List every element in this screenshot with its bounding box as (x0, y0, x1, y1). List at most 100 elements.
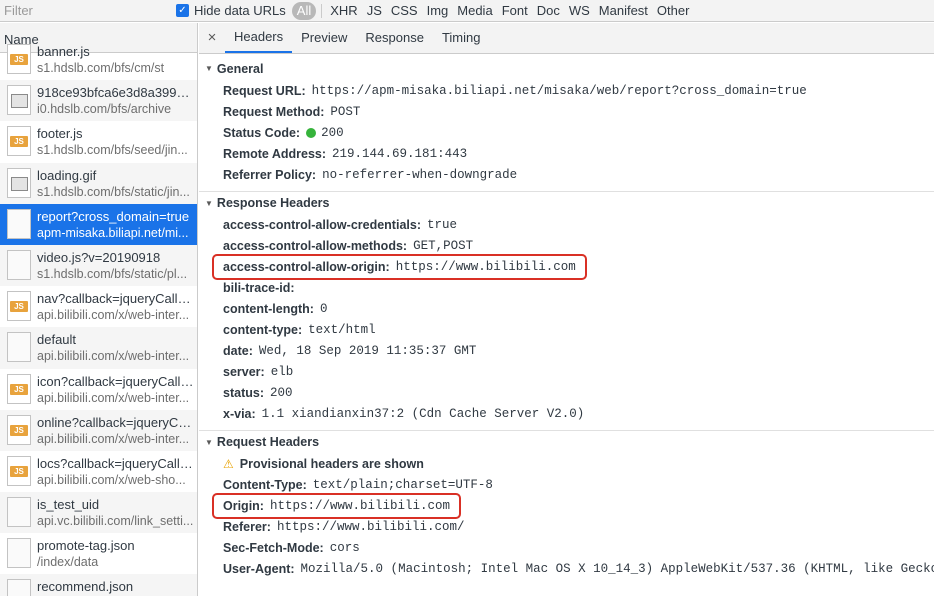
type-filter-css[interactable]: CSS (387, 2, 422, 20)
expand-triangle-icon: ▼ (205, 437, 213, 447)
tab-timing[interactable]: Timing (433, 23, 490, 53)
request-row[interactable]: report?cross_domain=true apm-misaka.bilia… (0, 203, 197, 245)
general-section-toggle[interactable]: ▼ General (199, 57, 934, 80)
response-headers-section-toggle[interactable]: ▼ Response Headers (199, 191, 934, 214)
header-name: Content-Type: (223, 477, 307, 492)
header-row: content-length: 0 (199, 298, 934, 319)
header-name: content-length: (223, 301, 314, 316)
image-file-icon (7, 85, 31, 116)
header-row: Content-Type: text/plain;charset=UTF-8 (199, 474, 934, 495)
header-row: date: Wed, 18 Sep 2019 11:35:37 GMT (199, 340, 934, 361)
header-name: access-control-allow-credentials: (223, 217, 421, 232)
header-value: 200 (321, 125, 344, 140)
header-value: https://apm-misaka.biliapi.net/misaka/we… (311, 83, 807, 98)
header-row: access-control-allow-methods: GET,POST (199, 235, 934, 256)
request-row[interactable]: recommend.json (0, 574, 197, 596)
request-domain: api.bilibili.com/x/web-inter... (37, 308, 190, 323)
request-headers-section-toggle[interactable]: ▼ Request Headers (199, 430, 934, 453)
document-icon (7, 332, 31, 363)
request-domain: i0.hdslb.com/bfs/archive (37, 102, 172, 117)
request-row[interactable]: is_test_uid api.vc.bilibili.com/link_sett… (0, 492, 197, 534)
hide-data-urls-checkbox[interactable]: ✓ (176, 4, 189, 17)
headers-view: ▼ General Request URL: https://apm-misaka… (199, 54, 934, 579)
type-filter-other[interactable]: Other (653, 2, 694, 20)
type-filter-font[interactable]: Font (498, 2, 532, 20)
tab-response[interactable]: Response (356, 23, 433, 53)
header-value: no-referrer-when-downgrade (322, 167, 518, 182)
header-value: 200 (269, 385, 293, 400)
header-row: Referrer Policy: no-referrer-when-downgra… (199, 164, 934, 185)
network-filter-toolbar: ✓ Hide data URLs All XHR JS CSS Img Medi… (0, 0, 934, 22)
type-filter-manifest[interactable]: Manifest (595, 2, 652, 20)
request-headers-section-title: Request Headers (216, 435, 320, 449)
header-value: text/html (308, 322, 376, 337)
header-row: Remote Address: 219.144.69.181:443 (199, 143, 934, 164)
request-row[interactable]: footer.jss1.hdslb.com/bfs/seed/jin... (0, 121, 197, 162)
header-value: 219.144.69.181:443 (332, 146, 468, 161)
tab-headers[interactable]: Headers (225, 23, 293, 53)
type-filter-ws[interactable]: WS (565, 2, 594, 20)
request-header-rows: Content-Type: text/plain;charset=UTF-8 Ori… (199, 474, 934, 579)
header-value: 0 (319, 301, 328, 316)
type-filter-img[interactable]: Img (423, 2, 453, 20)
header-row: access-control-allow-credentials: true (199, 214, 934, 235)
expand-triangle-icon: ▼ (205, 64, 213, 73)
header-name: Request URL: (223, 83, 306, 98)
request-domain: api.bilibili.com/x/web-inter... (37, 431, 190, 446)
request-row[interactable]: icon?callback=jqueryCallb...api.bilibili… (0, 369, 197, 410)
request-row[interactable]: locs?callback=jqueryCallb...api.bilibili… (0, 451, 197, 492)
request-name: promote-tag.json (37, 538, 135, 554)
header-value: text/plain;charset=UTF-8 (312, 477, 493, 492)
header-value: Wed, 18 Sep 2019 11:35:37 GMT (258, 343, 477, 358)
js-file-icon (7, 126, 31, 157)
header-name: Request Method: (223, 104, 325, 119)
request-details-pane: × Headers Preview Response Timing ▼ Gene… (199, 23, 934, 596)
request-row[interactable]: online?callback=jqueryCall...api.bilibil… (0, 409, 197, 451)
general-section-title: General (216, 61, 264, 76)
highlighted-header-row: access-control-allow-origin: https://www.… (199, 256, 934, 277)
request-list-pane: Name banner.jss1.hdslb.com/bfs/cm/st918c… (0, 23, 198, 596)
request-row[interactable]: 918ce93bfca6e3d8a399e7... i0.hdslb.com/bf… (0, 80, 197, 122)
type-filter-divider (321, 3, 323, 18)
document-icon (7, 249, 31, 280)
type-filter-doc[interactable]: Doc (533, 2, 564, 20)
type-filter-all[interactable]: All (291, 1, 317, 20)
request-list: banner.js s1.hdslb.com/bfs/cm/st 918ce93bf… (0, 39, 197, 596)
header-row: Request Method: POST (199, 101, 934, 122)
request-name: nav?callback=jqueryCallb... (37, 291, 195, 307)
header-name: Remote Address: (223, 146, 327, 161)
tab-preview[interactable]: Preview (292, 23, 356, 53)
request-name: icon?callback=jqueryCallb... (37, 373, 195, 389)
header-name: bili-trace-id: (223, 280, 295, 295)
request-row[interactable]: video.js?v=20190918 s1.hdslb.com/bfs/stat… (0, 244, 197, 287)
filter-input[interactable] (0, 0, 166, 21)
type-filter-xhr[interactable]: XHR (326, 2, 361, 20)
request-domain: s1.hdslb.com/bfs/static/pl... (37, 266, 188, 281)
request-row[interactable]: default api.bilibili.com/x/web-inter... (0, 327, 197, 369)
request-row[interactable]: banner.js s1.hdslb.com/bfs/cm/st (0, 39, 197, 80)
request-name: loading.gif (37, 167, 97, 183)
header-row: Referer: https://www.bilibili.com/ (199, 516, 934, 537)
request-name: footer.js (37, 126, 83, 142)
request-name: default (37, 332, 77, 348)
hide-data-urls-toggle[interactable]: ✓ Hide data URLs (176, 3, 286, 18)
request-row[interactable]: loading.gif s1.hdslb.com/bfs/static/jin..… (0, 162, 197, 204)
request-row[interactable]: promote-tag.json/index/data (0, 533, 197, 574)
header-row: bili-trace-id: (199, 277, 934, 298)
type-filter-js[interactable]: JS (363, 2, 386, 20)
request-domain: s1.hdslb.com/bfs/static/jin... (37, 184, 190, 199)
header-value: https://www.bilibili.com/ (276, 519, 465, 534)
resource-type-filters: All XHR JS CSS Img Media Font Doc WS Man… (291, 1, 695, 20)
header-name: Referer: (223, 519, 271, 534)
request-row[interactable]: nav?callback=jqueryCallb...api.bilibili.… (0, 286, 197, 327)
details-tabbar: × Headers Preview Response Timing (199, 23, 934, 54)
type-filter-media[interactable]: Media (453, 2, 496, 20)
header-value: https://www.bilibili.com (269, 498, 450, 513)
request-domain: api.bilibili.com/x/web-inter... (37, 390, 190, 405)
close-icon[interactable]: × (199, 23, 225, 53)
header-name: Sec-Fetch-Mode: (223, 540, 324, 555)
request-domain: api.vc.bilibili.com/link_setti... (37, 514, 194, 529)
header-name: date: (223, 343, 253, 358)
header-name: User-Agent: (223, 561, 295, 576)
document-icon (7, 497, 31, 528)
